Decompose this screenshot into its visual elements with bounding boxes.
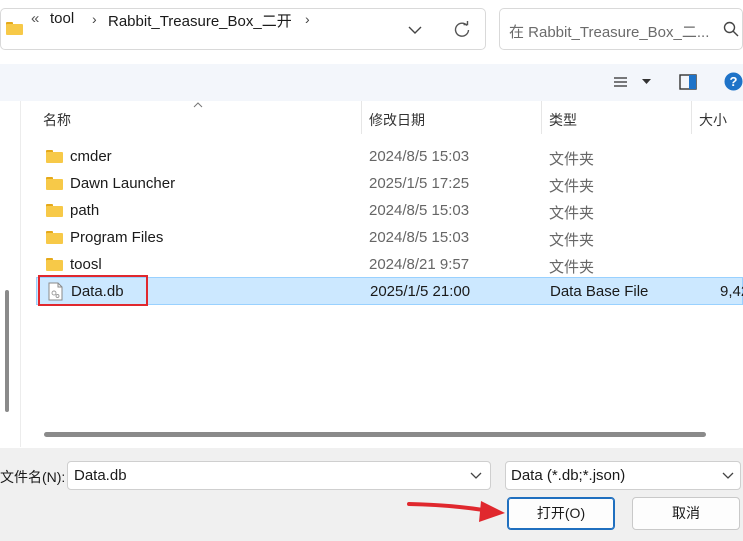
svg-text:?: ?: [730, 74, 738, 89]
search-placeholder[interactable]: 在 Rabbit_Treasure_Box_二...: [509, 21, 715, 42]
column-separator[interactable]: [691, 101, 692, 134]
list-item[interactable]: Dawn Launcher 2025/1/5 17:25 文件夹: [36, 170, 743, 197]
folder-icon: [46, 204, 63, 217]
file-modified: 2025/1/5 21:00: [370, 283, 471, 300]
caret-down-icon[interactable]: [642, 79, 651, 85]
view-menu-icon[interactable]: [613, 76, 629, 89]
column-separator[interactable]: [541, 101, 542, 134]
column-header-type[interactable]: 类型: [549, 110, 577, 130]
file-size: 9,42: [720, 283, 743, 300]
column-header-size[interactable]: 大小: [699, 110, 727, 130]
file-name: Program Files: [70, 229, 164, 246]
horizontal-scrollbar-thumb[interactable]: [44, 432, 706, 437]
cancel-button[interactable]: 取消: [632, 497, 740, 530]
chevron-down-icon[interactable]: [408, 26, 422, 35]
preview-pane-icon[interactable]: [679, 74, 697, 90]
sort-up-icon: [193, 102, 203, 108]
column-separator[interactable]: [361, 101, 362, 134]
column-header-modified[interactable]: 修改日期: [369, 110, 425, 130]
filename-input[interactable]: [67, 461, 491, 490]
list-item[interactable]: Program Files 2024/8/5 15:03 文件夹: [36, 224, 743, 251]
folder-icon: [46, 231, 63, 244]
breadcrumb-item-tool[interactable]: tool: [50, 10, 74, 27]
file-type: 文件夹: [549, 178, 595, 195]
folder-icon: [46, 150, 63, 163]
annotation-arrow-icon: [407, 501, 505, 522]
breadcrumb-overflow[interactable]: «: [31, 10, 39, 27]
search-icon[interactable]: [723, 21, 739, 37]
file-modified: 2024/8/5 15:03: [369, 148, 470, 165]
file-modified: 2024/8/21 9:57: [369, 256, 470, 273]
folder-icon: [46, 258, 63, 271]
list-item[interactable]: cmder 2024/8/5 15:03 文件夹: [36, 143, 743, 170]
file-type: Data Base File: [550, 283, 649, 300]
chevron-right-icon[interactable]: ›: [92, 11, 97, 27]
file-type: 文件夹: [549, 205, 595, 222]
column-header-name[interactable]: 名称: [43, 110, 71, 130]
nav-scrollbar-thumb[interactable]: [5, 290, 9, 412]
chevron-down-icon[interactable]: [470, 472, 482, 480]
list-item[interactable]: path 2024/8/5 15:03 文件夹: [36, 197, 743, 224]
file-name: toosl: [70, 256, 102, 273]
toolbar: [0, 64, 743, 101]
file-type-select-value[interactable]: Data (*.db;*.json): [511, 467, 625, 484]
folder-icon: [46, 177, 63, 190]
filename-value[interactable]: Data.db: [74, 467, 127, 484]
open-button[interactable]: 打开(O): [507, 497, 615, 530]
file-name: path: [70, 202, 100, 219]
chevron-right-icon[interactable]: ›: [305, 11, 310, 27]
file-modified: 2024/8/5 15:03: [369, 229, 470, 246]
breadcrumb-item-current[interactable]: Rabbit_Treasure_Box_二开: [108, 10, 292, 31]
filename-label: 文件名(N):: [0, 469, 66, 485]
file-type: 文件夹: [549, 232, 595, 249]
help-icon[interactable]: ?: [724, 72, 743, 91]
file-type: 文件夹: [549, 259, 595, 276]
pane-divider: [20, 101, 21, 447]
file-name: cmder: [70, 148, 112, 165]
file-type: 文件夹: [549, 151, 595, 168]
file-modified: 2025/1/5 17:25: [369, 175, 470, 192]
file-modified: 2024/8/5 15:03: [369, 202, 470, 219]
chevron-down-icon[interactable]: [722, 472, 734, 480]
folder-icon: [6, 22, 23, 35]
refresh-icon[interactable]: [453, 21, 471, 39]
annotation-highlight-box: [38, 275, 148, 306]
file-name: Dawn Launcher: [70, 175, 176, 192]
list-item[interactable]: toosl 2024/8/21 9:57 文件夹: [36, 251, 743, 278]
